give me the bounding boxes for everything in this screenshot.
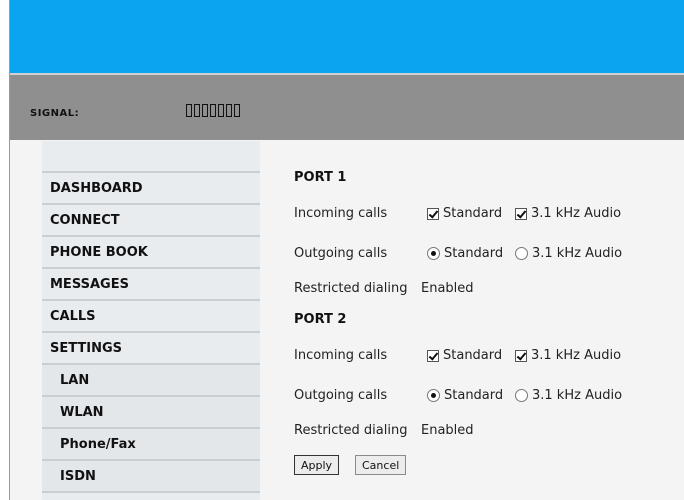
sidebar-subitem-phone-fax[interactable]: Phone/Fax (42, 429, 260, 461)
port2-outgoing-audio-radio[interactable] (515, 389, 528, 402)
cancel-button[interactable]: Cancel (355, 455, 407, 475)
sidebar-subitem-lan[interactable]: LAN (42, 365, 260, 397)
port1-restricted-label: Restricted dialing (294, 281, 408, 296)
option-label: 3.1 kHz Audio (531, 206, 622, 221)
sidebar-item-label: Phone/Fax (60, 436, 136, 452)
sidebar-item-connect[interactable]: CONNECT (42, 205, 260, 237)
sidebar-item-label: DASHBOARD (50, 180, 143, 196)
sidebar-header-spacer (42, 141, 260, 173)
port1-outgoing-standard-radio[interactable] (427, 247, 440, 260)
top-banner (10, 0, 684, 73)
signal-bar-segment (218, 104, 224, 117)
apply-button[interactable]: Apply (294, 455, 340, 475)
signal-strength-meter (186, 104, 240, 117)
port2-outgoing-label: Outgoing calls (294, 388, 388, 403)
port2-outgoing-standard-option[interactable]: Standard (427, 388, 503, 403)
sidebar-nav: DASHBOARD CONNECT PHONE BOOK MESSAGES CA… (42, 141, 260, 500)
port1-incoming-label: Incoming calls (294, 206, 388, 221)
port1-outgoing-standard-option[interactable]: Standard (427, 246, 503, 261)
sidebar-item-label: SETTINGS (50, 340, 123, 356)
signal-bar-segment (234, 104, 240, 117)
sidebar-item-dashboard[interactable]: DASHBOARD (42, 173, 260, 205)
sidebar-item-messages[interactable]: MESSAGES (42, 269, 260, 301)
port1-incoming-standard-option[interactable]: Standard (427, 206, 502, 221)
signal-label: SIGNAL: (30, 108, 80, 119)
port1-outgoing-audio-radio[interactable] (515, 247, 528, 260)
port2-outgoing-audio-option[interactable]: 3.1 kHz Audio (515, 388, 622, 403)
port2-title: PORT 2 (294, 312, 347, 327)
sidebar-item-calls[interactable]: CALLS (42, 301, 260, 333)
sidebar-item-settings[interactable]: SETTINGS (42, 333, 260, 365)
port2-outgoing-standard-radio[interactable] (427, 389, 440, 402)
port2-restricted-value: Enabled (421, 423, 474, 438)
signal-bar-segment (194, 104, 200, 117)
sidebar-subitem-isdn[interactable]: ISDN (42, 461, 260, 493)
sidebar-item-label: PHONE BOOK (50, 244, 148, 260)
signal-bar-segment (202, 104, 208, 117)
sidebar-item-label: CALLS (50, 308, 96, 324)
signal-bar-segment (210, 104, 216, 117)
signal-bar-segment (186, 104, 192, 117)
signal-bar (10, 73, 684, 140)
option-label: Standard (443, 348, 503, 363)
port2-incoming-audio-option[interactable]: 3.1 kHz Audio (515, 348, 621, 363)
port1-incoming-audio-checkbox[interactable] (515, 207, 527, 220)
port1-outgoing-audio-option[interactable]: 3.1 kHz Audio (515, 246, 622, 261)
sidebar-item-label: CONNECT (50, 212, 120, 228)
sidebar-item-label: MESSAGES (50, 276, 129, 292)
port1-incoming-standard-checkbox[interactable] (427, 207, 439, 220)
option-label: Standard (444, 388, 504, 403)
option-label: Standard (444, 246, 504, 261)
port1-incoming-audio-option[interactable]: 3.1 kHz Audio (515, 206, 621, 221)
port2-restricted-label: Restricted dialing (294, 423, 408, 438)
port1-restricted-value: Enabled (421, 281, 474, 296)
port2-incoming-audio-checkbox[interactable] (515, 349, 527, 362)
option-label: 3.1 kHz Audio (532, 388, 623, 403)
port1-title: PORT 1 (294, 170, 347, 185)
option-label: 3.1 kHz Audio (531, 348, 622, 363)
port2-incoming-label: Incoming calls (294, 348, 388, 363)
port1-outgoing-label: Outgoing calls (294, 246, 388, 261)
sidebar-item-label: LAN (60, 372, 90, 388)
signal-bar-segment (226, 104, 232, 117)
sidebar-item-label: WLAN (60, 404, 104, 420)
port2-incoming-standard-option[interactable]: Standard (427, 348, 502, 363)
sidebar-subitem-wlan[interactable]: WLAN (42, 397, 260, 429)
port2-incoming-standard-checkbox[interactable] (427, 349, 439, 362)
sidebar-item-label: ISDN (60, 468, 96, 484)
sidebar-item-phone-book[interactable]: PHONE BOOK (42, 237, 260, 269)
option-label: 3.1 kHz Audio (532, 246, 623, 261)
option-label: Standard (443, 206, 503, 221)
